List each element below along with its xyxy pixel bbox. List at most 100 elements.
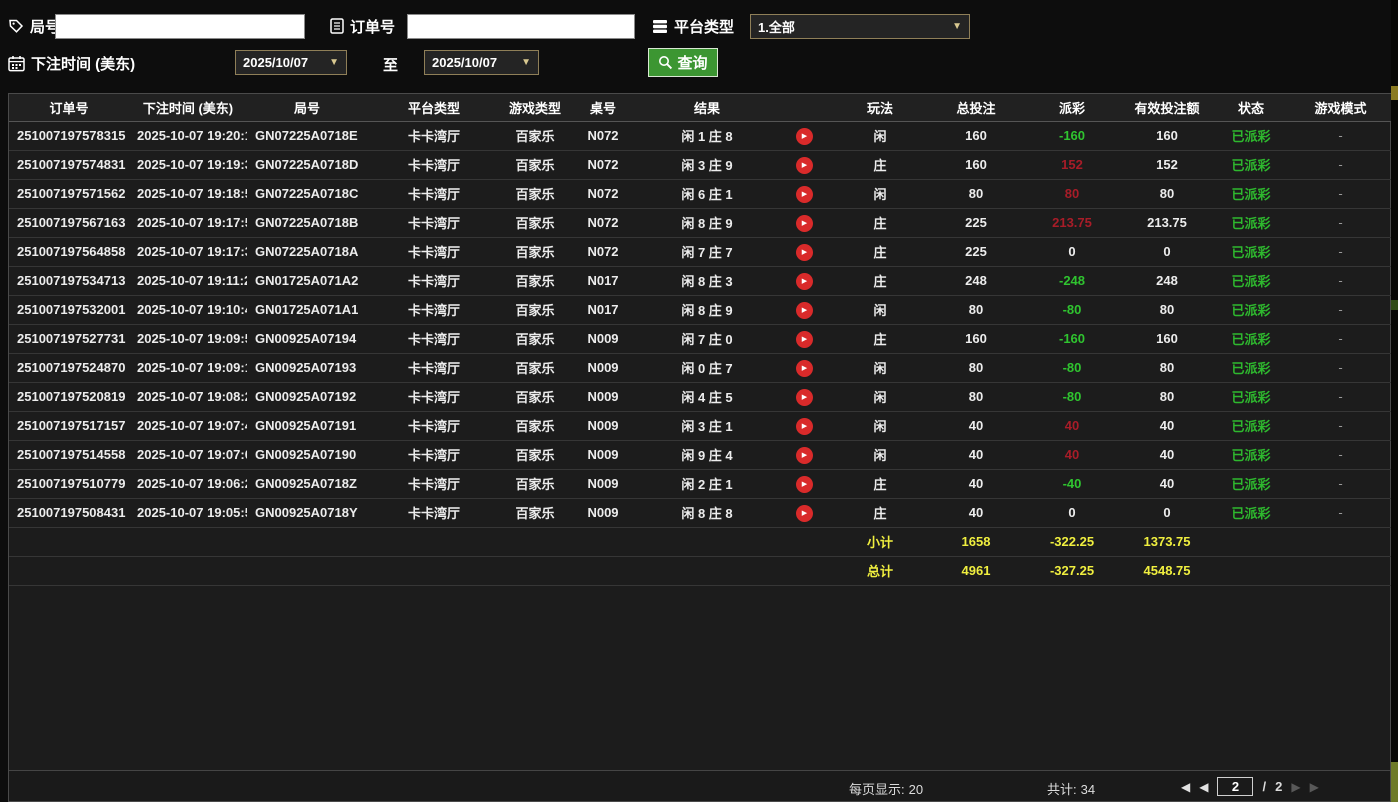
cell-total-bet: 160 <box>929 121 1023 150</box>
platform-type-filter: 平台类型 <box>652 13 734 39</box>
cell-bet-time: 2025-10-07 19:17:59 <box>129 208 247 237</box>
cell-result: 闲 4 庄 5 <box>637 382 777 411</box>
cell-status: 已派彩 <box>1213 411 1289 440</box>
header-status: 状态 <box>1213 94 1289 121</box>
last-page-button[interactable]: ▶ <box>1310 781 1319 793</box>
cell-platform-type: 卡卡湾厅 <box>367 324 501 353</box>
header-platform: 平台类型 <box>367 94 501 121</box>
cell-platform-type: 卡卡湾厅 <box>367 353 501 382</box>
next-page-button[interactable]: ▶ <box>1291 781 1300 793</box>
cell-video: ▶ <box>777 324 831 353</box>
table-row: 2510071975277312025-10-07 19:09:51GN0092… <box>9 324 1392 353</box>
cell-total-bet: 225 <box>929 208 1023 237</box>
cell-bet-time: 2025-10-07 19:06:24 <box>129 469 247 498</box>
cell-platform-type: 卡卡湾厅 <box>367 150 501 179</box>
cell-game-mode: - <box>1289 266 1392 295</box>
cell-round-number: GN00925A07194 <box>247 324 367 353</box>
per-page-value: 20 <box>909 782 923 797</box>
chevron-down-icon: ▼ <box>952 21 962 32</box>
play-video-button[interactable]: ▶ <box>796 273 813 290</box>
cell-wager-type: 庄 <box>831 469 929 498</box>
cell-round-number: GN00925A0718Z <box>247 469 367 498</box>
cell-table-number: N072 <box>569 179 637 208</box>
cell-payout: -80 <box>1023 353 1121 382</box>
cell-payout: 0 <box>1023 498 1121 527</box>
play-video-button[interactable]: ▶ <box>796 505 813 522</box>
play-video-button[interactable]: ▶ <box>796 389 813 406</box>
cell-game-mode: - <box>1289 324 1392 353</box>
cell-result: 闲 8 庄 3 <box>637 266 777 295</box>
play-video-button[interactable]: ▶ <box>796 128 813 145</box>
cell-order-number: 251007197510779 <box>9 469 129 498</box>
table-row: 2510071975248702025-10-07 19:09:15GN0092… <box>9 353 1392 382</box>
cell-game-mode: - <box>1289 121 1392 150</box>
round-tag-icon <box>8 18 24 34</box>
play-video-button[interactable]: ▶ <box>796 302 813 319</box>
header-mode: 游戏模式 <box>1289 94 1392 121</box>
cell-game-type: 百家乐 <box>501 382 569 411</box>
play-video-button[interactable]: ▶ <box>796 418 813 435</box>
cell-game-type: 百家乐 <box>501 179 569 208</box>
prev-page-button[interactable]: ◀ <box>1199 781 1208 793</box>
play-video-button[interactable]: ▶ <box>796 244 813 261</box>
play-video-button[interactable]: ▶ <box>796 157 813 174</box>
cell-status: 已派彩 <box>1213 324 1289 353</box>
query-button[interactable]: 查询 <box>648 48 718 77</box>
cell-platform-type: 卡卡湾厅 <box>367 411 501 440</box>
grand-total-row: 总计4961-327.254548.75 <box>9 556 1392 585</box>
cell-video: ▶ <box>777 266 831 295</box>
cell-table-number: N072 <box>569 150 637 179</box>
cell-order-number: 251007197517157 <box>9 411 129 440</box>
cell-status: 已派彩 <box>1213 295 1289 324</box>
cell-video: ▶ <box>777 440 831 469</box>
date-from-select[interactable]: 2025/10/07 ▼ <box>235 50 347 75</box>
cell-game-mode: - <box>1289 469 1392 498</box>
cell-valid-bet: 152 <box>1121 150 1213 179</box>
cell-game-mode: - <box>1289 179 1392 208</box>
round-number-input[interactable] <box>55 14 305 39</box>
play-video-button[interactable]: ▶ <box>796 360 813 377</box>
cell-valid-bet: 160 <box>1121 121 1213 150</box>
cell-payout: 40 <box>1023 411 1121 440</box>
cell-order-number: 251007197578315 <box>9 121 129 150</box>
cell-video: ▶ <box>777 150 831 179</box>
header-order: 订单号 <box>9 94 129 121</box>
cell-game-type: 百家乐 <box>501 266 569 295</box>
summary-spacer <box>9 556 831 585</box>
play-video-button[interactable]: ▶ <box>796 215 813 232</box>
platform-type-label: 平台类型 <box>674 16 734 37</box>
cell-order-number: 251007197508431 <box>9 498 129 527</box>
cell-result: 闲 1 庄 8 <box>637 121 777 150</box>
play-video-button[interactable]: ▶ <box>796 186 813 203</box>
header-total: 总投注 <box>929 94 1023 121</box>
order-number-input[interactable] <box>407 14 635 39</box>
date-to-select[interactable]: 2025/10/07 ▼ <box>424 50 539 75</box>
cell-valid-bet: 248 <box>1121 266 1213 295</box>
cell-total-bet: 160 <box>929 324 1023 353</box>
platform-type-select[interactable]: 1.全部 ▼ <box>750 14 970 39</box>
summary-spacer <box>1213 527 1392 556</box>
cell-wager-type: 闲 <box>831 382 929 411</box>
cell-round-number: GN07225A0718D <box>247 150 367 179</box>
cell-platform-type: 卡卡湾厅 <box>367 440 501 469</box>
play-video-button[interactable]: ▶ <box>796 331 813 348</box>
cell-video: ▶ <box>777 411 831 440</box>
cell-total-bet: 40 <box>929 440 1023 469</box>
header-table-no: 桌号 <box>569 94 637 121</box>
first-page-button[interactable]: ◀ <box>1181 781 1190 793</box>
pagination-bar: 每页显示:20 共计:34 ◀ ◀ 2 / 2 ▶ ▶ <box>9 770 1390 801</box>
cell-platform-type: 卡卡湾厅 <box>367 179 501 208</box>
cell-order-number: 251007197527731 <box>9 324 129 353</box>
filter-bar: 局号 订单号 平台类型 1.全部 ▼ 下注时间 (美东) 202 <box>0 0 1391 93</box>
order-document-icon <box>330 18 344 34</box>
current-page-input[interactable]: 2 <box>1217 777 1253 796</box>
cell-payout: -160 <box>1023 121 1121 150</box>
total-count-label: 共计: <box>1047 782 1077 797</box>
cell-result: 闲 9 庄 4 <box>637 440 777 469</box>
play-video-button[interactable]: ▶ <box>796 476 813 493</box>
play-video-button[interactable]: ▶ <box>796 447 813 464</box>
cell-order-number: 251007197524870 <box>9 353 129 382</box>
cell-bet-time: 2025-10-07 19:11:20 <box>129 266 247 295</box>
cell-bet-time: 2025-10-07 19:20:15 <box>129 121 247 150</box>
cell-game-mode: - <box>1289 498 1392 527</box>
